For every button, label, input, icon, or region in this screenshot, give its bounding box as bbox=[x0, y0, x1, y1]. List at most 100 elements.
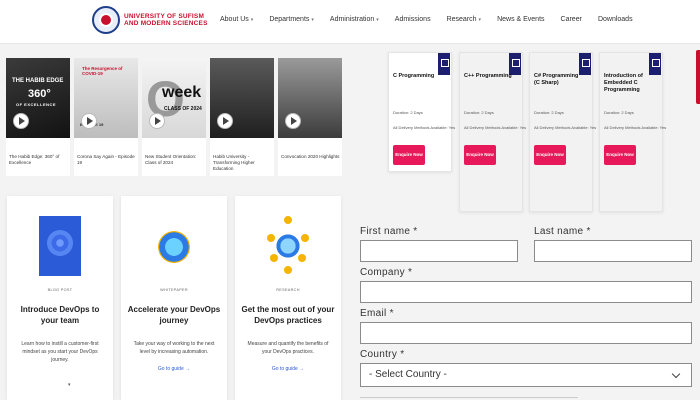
enquire-now-button[interactable]: Enquire Now bbox=[534, 145, 566, 165]
bookmark-icon bbox=[579, 53, 591, 75]
course-card[interactable]: C Programming Duration: 2 Days All Deliv… bbox=[388, 52, 456, 172]
enquire-now-button[interactable]: Enquire Now bbox=[464, 145, 496, 165]
country-select[interactable]: - Select Country - bbox=[360, 363, 692, 387]
devops-illustration-icon bbox=[153, 216, 195, 276]
video-title[interactable]: Corona Say Again - Episode 19 bbox=[77, 154, 137, 166]
play-icon[interactable] bbox=[150, 114, 164, 128]
email-input[interactable] bbox=[360, 322, 692, 344]
nav-administration-label: Administration bbox=[329, 16, 375, 23]
video-title[interactable]: Convocation 2020 Highlights bbox=[281, 154, 341, 160]
course-delivery: All Delivery Methods Available: Yes bbox=[464, 125, 527, 130]
play-icon[interactable] bbox=[218, 114, 232, 128]
nav-about-us-label: About Us bbox=[220, 16, 249, 23]
course-delivery: All Delivery Methods Available: Yes bbox=[604, 125, 667, 130]
video-carousel: THE HABIB EDGE 360° OF EXCELLENCE The Ha… bbox=[6, 58, 342, 176]
nav-news-events-label: News & Events bbox=[497, 16, 545, 23]
course-title: C Programming bbox=[393, 73, 435, 79]
course-delivery: All Delivery Methods Available: Yes bbox=[534, 125, 597, 130]
side-tab[interactable] bbox=[696, 50, 700, 104]
university-logo-text[interactable]: UNIVERSITY OF SUFISM AND MODERN SCIENCES bbox=[124, 13, 208, 27]
country-select-value: - Select Country - bbox=[369, 369, 447, 380]
video-card[interactable]: O week CLASS OF 2024 New Student Orienta… bbox=[142, 58, 206, 176]
email-label: Email * bbox=[360, 308, 394, 319]
nav-downloads[interactable]: Downloads bbox=[598, 16, 633, 23]
card-tag: RESEARCH bbox=[276, 288, 300, 292]
company-input[interactable] bbox=[360, 281, 692, 303]
video-thumbnail[interactable] bbox=[210, 58, 274, 138]
last-name-label: Last name * bbox=[534, 226, 591, 237]
video-title[interactable]: Habib University - Transforming Higher E… bbox=[213, 154, 273, 172]
course-title: C# Programming (C Sharp) bbox=[534, 73, 579, 86]
university-logo-icon[interactable] bbox=[92, 6, 120, 34]
card-title: Introduce DevOps to your team bbox=[20, 305, 100, 325]
chevron-down-icon: ▾ bbox=[311, 17, 314, 23]
nav-about-us[interactable]: About Us ▾ bbox=[220, 16, 253, 23]
card-description: Measure and quantify the benefits of you… bbox=[247, 341, 329, 355]
logo-line-1: UNIVERSITY OF SUFISM bbox=[124, 13, 205, 20]
video-card[interactable]: Habib University - Transforming Higher E… bbox=[210, 58, 274, 176]
company-label: Company * bbox=[360, 267, 413, 278]
nav-administration[interactable]: Administration ▾ bbox=[330, 16, 379, 23]
thumbnail-text: 360° bbox=[28, 88, 51, 100]
page: UNIVERSITY OF SUFISM AND MODERN SCIENCES… bbox=[0, 0, 700, 400]
chevron-down-icon bbox=[671, 369, 681, 379]
devops-card[interactable]: BLOG POST Introduce DevOps to your team … bbox=[7, 196, 113, 400]
thumbnail-text: week bbox=[162, 84, 202, 101]
devops-illustration-icon bbox=[39, 216, 81, 276]
video-title[interactable]: The Habib Edge: 360° of Excellence bbox=[9, 154, 69, 166]
card-tag: BLOG POST bbox=[47, 288, 73, 292]
nav-research[interactable]: Research ▾ bbox=[447, 16, 481, 23]
go-to-guide-link[interactable]: Go to guide → bbox=[121, 366, 227, 372]
nav-career[interactable]: Career bbox=[561, 16, 582, 23]
video-thumbnail[interactable]: The Resurgence of COVID-19 EPISODE 19 bbox=[74, 58, 138, 138]
nav-career-label: Career bbox=[560, 16, 582, 23]
go-to-guide-link[interactable]: Go to guide → bbox=[235, 366, 341, 372]
thumbnail-text: The Resurgence of COVID-19 bbox=[82, 66, 123, 76]
thumbnail-text: THE HABIB EDGE bbox=[12, 78, 64, 84]
course-duration: Duration: 2 Days bbox=[464, 110, 494, 115]
first-name-label: First name * bbox=[360, 226, 418, 237]
video-title[interactable]: New Student Orientation: Class of 2024 bbox=[145, 154, 205, 166]
nav-news-events[interactable]: News & Events bbox=[497, 16, 544, 23]
course-card[interactable]: Introduction of Embedded C Programming D… bbox=[599, 52, 667, 212]
course-duration: Duration: 2 Days bbox=[534, 110, 564, 115]
course-card[interactable]: C# Programming (C Sharp) Duration: 2 Day… bbox=[529, 52, 597, 212]
more-indicator: ▾ bbox=[68, 382, 71, 388]
card-description: Take your way of working to the next lev… bbox=[133, 341, 215, 355]
first-name-input[interactable] bbox=[360, 240, 518, 262]
video-card[interactable]: THE HABIB EDGE 360° OF EXCELLENCE The Ha… bbox=[6, 58, 70, 176]
video-thumbnail[interactable] bbox=[278, 58, 342, 138]
play-icon[interactable] bbox=[286, 114, 300, 128]
course-delivery: All Delivery Methods Available: Yes bbox=[393, 125, 456, 130]
nav-downloads-label: Downloads bbox=[597, 16, 633, 23]
enquire-now-button[interactable]: Enquire Now bbox=[604, 145, 636, 165]
bookmark-icon bbox=[509, 53, 521, 75]
course-title: Introduction of Embedded C Programming bbox=[604, 73, 643, 93]
thumbnail-text: OF EXCELLENCE bbox=[16, 102, 57, 107]
main-nav: About Us ▾ Departments ▾ Administration ▾ A… bbox=[220, 16, 649, 23]
play-icon[interactable] bbox=[14, 114, 28, 128]
video-thumbnail[interactable]: THE HABIB EDGE 360° OF EXCELLENCE bbox=[6, 58, 70, 138]
devops-card[interactable]: RESEARCH Get the most out of your DevOps… bbox=[235, 196, 341, 400]
bookmark-icon bbox=[649, 53, 661, 75]
course-card[interactable]: C++ Programming Duration: 2 Days All Del… bbox=[459, 52, 527, 212]
devops-card[interactable]: WHITEPAPER Accelerate your DevOps journe… bbox=[121, 196, 227, 400]
nav-admissions[interactable]: Admissions bbox=[395, 16, 431, 23]
play-icon[interactable] bbox=[82, 114, 96, 128]
nav-research-label: Research bbox=[446, 16, 477, 23]
last-name-input[interactable] bbox=[534, 240, 692, 262]
nav-departments-label: Departments bbox=[269, 16, 310, 23]
video-thumbnail[interactable]: O week CLASS OF 2024 bbox=[142, 58, 206, 138]
card-description: Learn how to instill a customer-first mi… bbox=[21, 341, 99, 363]
video-card[interactable]: Convocation 2020 Highlights bbox=[278, 58, 342, 176]
country-label: Country * bbox=[360, 349, 405, 360]
thumbnail-text: CLASS OF 2024 bbox=[164, 106, 202, 112]
nav-departments[interactable]: Departments ▾ bbox=[269, 16, 314, 23]
enquire-now-button[interactable]: Enquire Now bbox=[393, 145, 425, 165]
course-duration: Duration: 2 Days bbox=[604, 110, 634, 115]
card-title: Get the most out of your DevOps practice… bbox=[241, 305, 335, 325]
video-card[interactable]: The Resurgence of COVID-19 EPISODE 19 Co… bbox=[74, 58, 138, 176]
chevron-down-icon: ▾ bbox=[376, 17, 379, 23]
card-title: Accelerate your DevOps journey bbox=[127, 305, 221, 325]
chevron-down-icon: ▾ bbox=[250, 17, 254, 23]
